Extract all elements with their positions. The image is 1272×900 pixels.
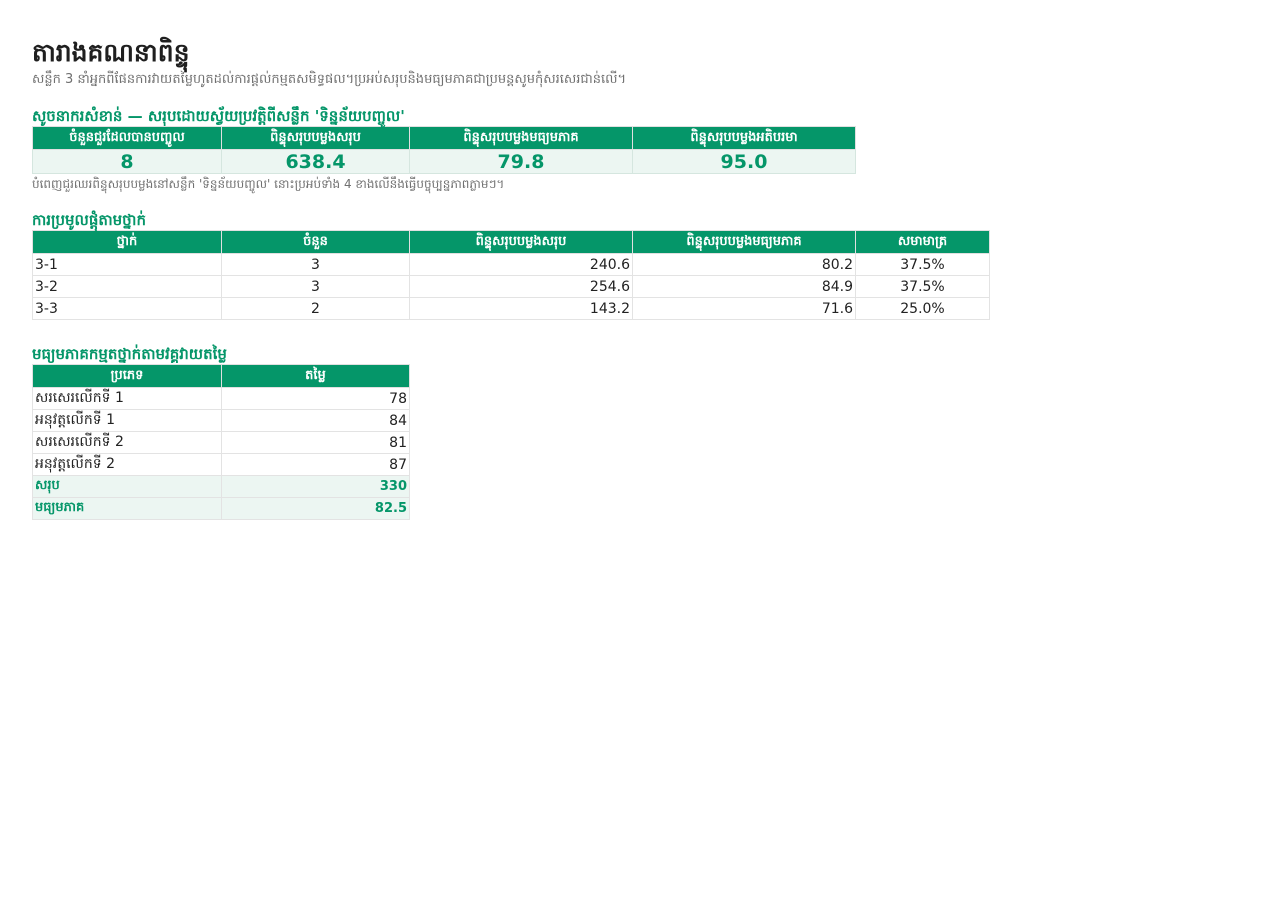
average-value[interactable]: 82.5 bbox=[221, 497, 410, 520]
cell-value[interactable]: 87 bbox=[221, 453, 410, 476]
summary-table: ចំនួនជួរដែលបានបញ្ចូល ពិន្ទុសរុបបម្លងសរុប… bbox=[32, 126, 856, 174]
cell-type[interactable]: អនុវត្តលើកទី 1 bbox=[32, 409, 222, 432]
summary-value-total[interactable]: 638.4 bbox=[221, 149, 410, 174]
by-type-header-row: ប្រភេទ តម្លៃ bbox=[32, 364, 410, 388]
by-class-header-cell[interactable]: ពិន្ទុសរុបបម្លងមធ្យមភាគ bbox=[632, 230, 856, 254]
cell-count[interactable]: 2 bbox=[221, 297, 410, 320]
cell-count[interactable]: 3 bbox=[221, 275, 410, 298]
summary-header-cell[interactable]: ពិន្ទុសរុបបម្លងអតិបរមា bbox=[632, 126, 856, 150]
summary-header-cell[interactable]: ចំនួនជួរដែលបានបញ្ចូល bbox=[32, 126, 222, 150]
by-class-table: ថ្នាក់ ចំនួន ពិន្ទុសរុបបម្លងសរុប ពិន្ទុស… bbox=[32, 230, 990, 320]
average-row: មធ្យមភាគ 82.5 bbox=[32, 497, 410, 520]
by-type-header-cell[interactable]: ប្រភេទ bbox=[32, 364, 222, 388]
summary-section-title: សូចនាករសំខាន់ — សរុបដោយស្វ័យប្រវត្តិពីសន… bbox=[32, 107, 405, 125]
total-value[interactable]: 330 bbox=[221, 475, 410, 498]
cell-count[interactable]: 3 bbox=[221, 253, 410, 276]
table-row: សរសេរលើកទី 1 78 bbox=[32, 387, 410, 410]
summary-header-row: ចំនួនជួរដែលបានបញ្ចូល ពិន្ទុសរុបបម្លងសរុប… bbox=[32, 126, 856, 150]
cell-average[interactable]: 71.6 bbox=[632, 297, 856, 320]
summary-value-average[interactable]: 79.8 bbox=[409, 149, 633, 174]
table-row: អនុវត្តលើកទី 1 84 bbox=[32, 409, 410, 432]
page-title: តារាងគណនាពិន្ទុ bbox=[32, 38, 190, 67]
spreadsheet-sheet: តារាងគណនាពិន្ទុ សន្លឹក 3 នាំអ្នកពីផែនការ… bbox=[32, 36, 990, 520]
summary-note: បំពេញជួរឈរពិន្ទុសរុបបម្លងនៅសន្លឹក 'ទិន្ន… bbox=[32, 177, 505, 191]
cell-type[interactable]: អនុវត្តលើកទី 2 bbox=[32, 453, 222, 476]
table-row: អនុវត្តលើកទី 2 87 bbox=[32, 453, 410, 476]
summary-value-row-count[interactable]: 8 bbox=[32, 149, 222, 174]
cell-total[interactable]: 254.6 bbox=[409, 275, 633, 298]
by-class-section-title: ការប្រមូលផ្តុំតាមថ្នាក់ bbox=[32, 211, 146, 229]
cell-ratio[interactable]: 37.5% bbox=[855, 253, 990, 276]
by-type-table: ប្រភេទ តម្លៃ សរសេរលើកទី 1 78 អនុវត្តលើកទ… bbox=[32, 364, 410, 520]
cell-class[interactable]: 3-3 bbox=[32, 297, 222, 320]
summary-header-cell[interactable]: ពិន្ទុសរុបបម្លងមធ្យមភាគ bbox=[409, 126, 633, 150]
cell-ratio[interactable]: 37.5% bbox=[855, 275, 990, 298]
cell-total[interactable]: 143.2 bbox=[409, 297, 633, 320]
table-row: 3-1 3 240.6 80.2 37.5% bbox=[32, 253, 990, 276]
table-row: 3-3 2 143.2 71.6 25.0% bbox=[32, 297, 990, 320]
by-type-header-cell[interactable]: តម្លៃ bbox=[221, 364, 410, 388]
by-class-header-cell[interactable]: ថ្នាក់ bbox=[32, 230, 222, 254]
summary-value-max[interactable]: 95.0 bbox=[632, 149, 856, 174]
cell-ratio[interactable]: 25.0% bbox=[855, 297, 990, 320]
cell-total[interactable]: 240.6 bbox=[409, 253, 633, 276]
summary-header-cell[interactable]: ពិន្ទុសរុបបម្លងសរុប bbox=[221, 126, 410, 150]
cell-class[interactable]: 3-2 bbox=[32, 275, 222, 298]
by-class-header-cell[interactable]: ពិន្ទុសរុបបម្លងសរុប bbox=[409, 230, 633, 254]
cell-class[interactable]: 3-1 bbox=[32, 253, 222, 276]
by-class-header-row: ថ្នាក់ ចំនួន ពិន្ទុសរុបបម្លងសរុប ពិន្ទុស… bbox=[32, 230, 990, 254]
total-label[interactable]: សរុប bbox=[32, 475, 222, 498]
cell-value[interactable]: 78 bbox=[221, 387, 410, 410]
cell-average[interactable]: 80.2 bbox=[632, 253, 856, 276]
cell-average[interactable]: 84.9 bbox=[632, 275, 856, 298]
table-row: សរសេរលើកទី 2 81 bbox=[32, 431, 410, 454]
total-row: សរុប 330 bbox=[32, 475, 410, 498]
cell-type[interactable]: សរសេរលើកទី 1 bbox=[32, 387, 222, 410]
table-row: 3-2 3 254.6 84.9 37.5% bbox=[32, 275, 990, 298]
summary-value-row: 8 638.4 79.8 95.0 bbox=[32, 149, 856, 174]
cell-value[interactable]: 81 bbox=[221, 431, 410, 454]
by-class-header-cell[interactable]: សមាមាត្រ bbox=[855, 230, 990, 254]
by-class-header-cell[interactable]: ចំនួន bbox=[221, 230, 410, 254]
page-subtitle: សន្លឹក 3 នាំអ្នកពីផែនការវាយតម្លៃហូតដល់កា… bbox=[32, 72, 627, 87]
cell-value[interactable]: 84 bbox=[221, 409, 410, 432]
cell-type[interactable]: សរសេរលើកទី 2 bbox=[32, 431, 222, 454]
average-label[interactable]: មធ្យមភាគ bbox=[32, 497, 222, 520]
by-type-section-title: មធ្យមភាគកម្មតថ្នាក់តាមវគ្គវាយតម្លៃ bbox=[32, 345, 227, 363]
